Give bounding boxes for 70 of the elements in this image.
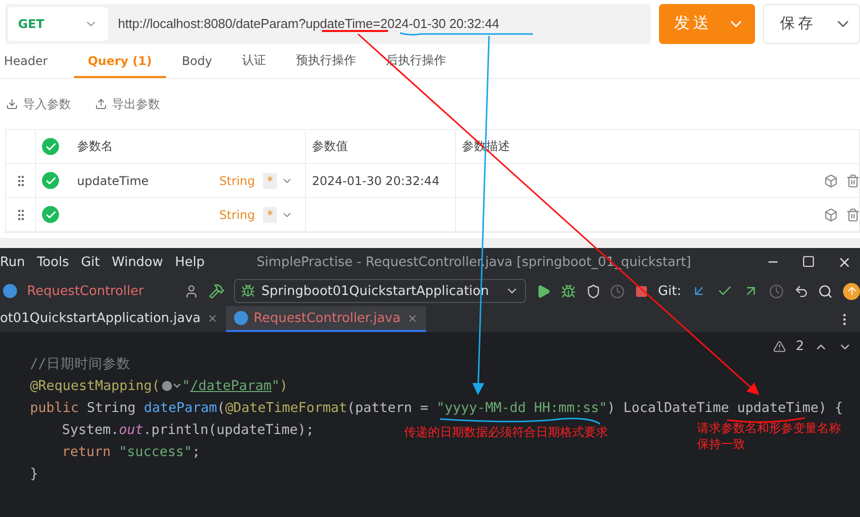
update-icon[interactable] [843, 282, 860, 300]
code-token: " [182, 377, 190, 396]
tab[interactable]: Header [0, 45, 62, 78]
tab[interactable]: 认证 [238, 45, 280, 78]
bug-icon [241, 284, 256, 298]
tab[interactable]: Body [178, 45, 226, 78]
code-token: "success" [118, 443, 192, 462]
menu-item[interactable]: Tools [36, 254, 69, 270]
editor-tab[interactable]: ot01QuickstartApplication.java [0, 306, 226, 332]
code-token: "yyyy-MM-dd HH:mm:ss" [436, 399, 608, 418]
url-input[interactable]: http://localhost:8080/dateParam?updateTime=2024-01-30 20:32:44 [118, 16, 500, 31]
upload-icon [95, 98, 107, 110]
code-token: ) LocalDateTime updateTime) { [607, 399, 843, 418]
trash-icon[interactable] [846, 208, 860, 222]
code-token: @DateTimeFormat [225, 399, 348, 418]
cube-icon[interactable] [824, 208, 838, 222]
action-link[interactable]: 导出参数 [95, 96, 160, 112]
check-circle-icon[interactable] [42, 206, 59, 223]
code-token: .println(updateTime); [143, 421, 314, 440]
download-icon [6, 98, 18, 110]
param-value[interactable]: 2024-01-30 20:32:44 [312, 174, 440, 188]
action-link[interactable]: 导入参数 [6, 96, 71, 112]
code-token: String [86, 399, 137, 418]
annotation-note: 传递的日期数据必须符合日期格式要求 [404, 424, 608, 440]
code-comment: //日期时间参数 [30, 355, 130, 374]
code-token: System. [62, 421, 119, 440]
underline-mark [322, 30, 388, 32]
menu-item[interactable]: Run [0, 254, 25, 270]
code-token: ( [216, 399, 226, 418]
code-token: (pattern = [347, 399, 430, 418]
class-icon [3, 284, 17, 298]
search-icon[interactable] [818, 284, 834, 298]
code-token: " [271, 377, 280, 396]
globe-icon[interactable] [160, 379, 182, 393]
class-breadcrumb[interactable]: RequestController [27, 284, 144, 298]
code-token: out [118, 421, 144, 440]
code-token: @RequestMapping( [30, 377, 160, 396]
cube-icon[interactable] [824, 174, 838, 188]
hammer-icon[interactable] [208, 283, 224, 299]
warning-count[interactable]: 2 [796, 339, 804, 354]
code-token: dateParam [144, 399, 217, 418]
tab[interactable]: 预执行操作 [292, 45, 370, 78]
history-icon[interactable] [768, 284, 784, 298]
code-token: public [30, 399, 80, 418]
save-button[interactable]: 保存 [763, 4, 860, 44]
undo-icon[interactable] [794, 284, 808, 298]
menu-item[interactable]: Window [112, 254, 164, 270]
menu-item[interactable]: Git [80, 254, 100, 270]
trash-icon[interactable] [846, 174, 860, 188]
annotation-note: 请求参数名和形参变量名称 保持一致 [697, 420, 841, 452]
param-name[interactable]: updateTime [77, 174, 149, 188]
code-token: ; [192, 443, 200, 462]
maximize-icon[interactable] [802, 254, 815, 268]
code-token: ) [280, 377, 288, 396]
bug-icon[interactable] [560, 284, 576, 298]
menu-item[interactable]: Help [175, 254, 205, 270]
code-token: } [30, 465, 38, 484]
clock-icon[interactable] [610, 284, 626, 298]
user-icon[interactable] [184, 284, 199, 298]
git-label: Git: [658, 284, 682, 298]
warning-icon[interactable] [772, 340, 786, 353]
class-icon [234, 311, 248, 325]
shield-icon[interactable] [586, 284, 600, 298]
code-token: return [62, 443, 112, 462]
play-icon[interactable] [536, 284, 551, 298]
column-header: 参数值 [312, 138, 348, 155]
check-circle-icon[interactable] [42, 172, 59, 189]
code-token: /dateParam [190, 377, 272, 396]
check-circle-icon[interactable] [42, 138, 59, 155]
column-header: 参数名 [77, 138, 113, 155]
